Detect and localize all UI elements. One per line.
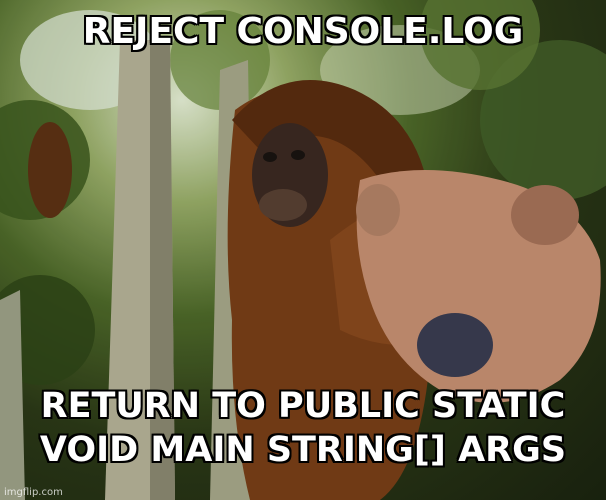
bottom-caption-line-2: VOID MAIN STRING[] ARGS [39,430,567,470]
top-caption: REJECT CONSOLE.LOG [82,11,524,52]
meme-image: REJECT CONSOLE.LOG RETURN TO PUBLIC STAT… [0,0,606,500]
imgflip-watermark: imgflip.com [4,487,63,498]
bottom-caption-line-1: RETURN TO PUBLIC STATIC [40,386,566,426]
bottom-caption: RETURN TO PUBLIC STATIC VOID MAIN STRING… [0,384,606,472]
